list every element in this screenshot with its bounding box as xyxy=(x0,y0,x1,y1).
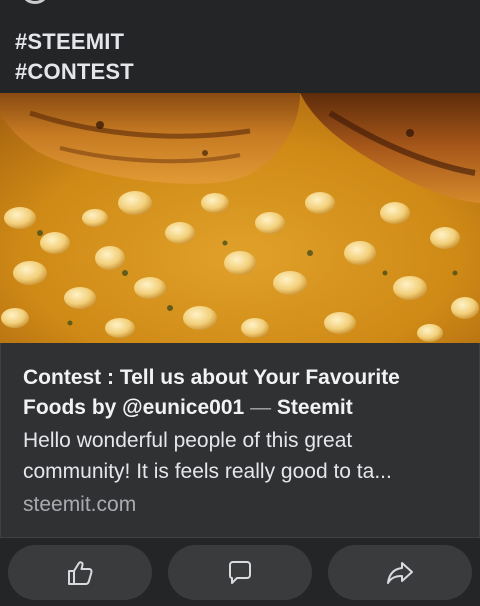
link-description-line: community! It is feels really good to ta… xyxy=(23,460,392,483)
link-description-line: Hello wonderful people of this great xyxy=(23,429,353,452)
share-button[interactable] xyxy=(328,545,472,600)
hashtag-steemit[interactable]: #STEEMIT xyxy=(15,27,134,57)
link-preview-description: Hello wonderful people of this great com… xyxy=(23,425,463,487)
post-text: #STEEMIT #CONTEST xyxy=(15,27,134,87)
thumbs-up-icon xyxy=(65,558,95,588)
link-preview-card[interactable]: Contest : Tell us about Your Favourite F… xyxy=(0,93,480,539)
link-preview-meta[interactable]: Contest : Tell us about Your Favourite F… xyxy=(0,343,480,538)
link-preview-image[interactable] xyxy=(0,93,480,343)
post-actions-bar xyxy=(0,545,480,600)
hashtag-contest[interactable]: #CONTEST xyxy=(15,57,134,87)
share-icon xyxy=(385,558,415,588)
comment-icon xyxy=(225,558,255,588)
link-preview-title[interactable]: Contest : Tell us about Your Favourite F… xyxy=(23,363,463,423)
like-button[interactable] xyxy=(8,545,152,600)
feed-post: #STEEMIT #CONTEST Contest: Tell us abou… xyxy=(0,0,480,606)
food-photo xyxy=(0,93,480,343)
comment-button[interactable] xyxy=(168,545,312,600)
avatar[interactable] xyxy=(20,0,50,4)
link-preview-domain: steemit.com xyxy=(23,493,137,516)
link-title-site: Steemit xyxy=(276,396,353,419)
link-title-separator: — xyxy=(250,396,272,419)
